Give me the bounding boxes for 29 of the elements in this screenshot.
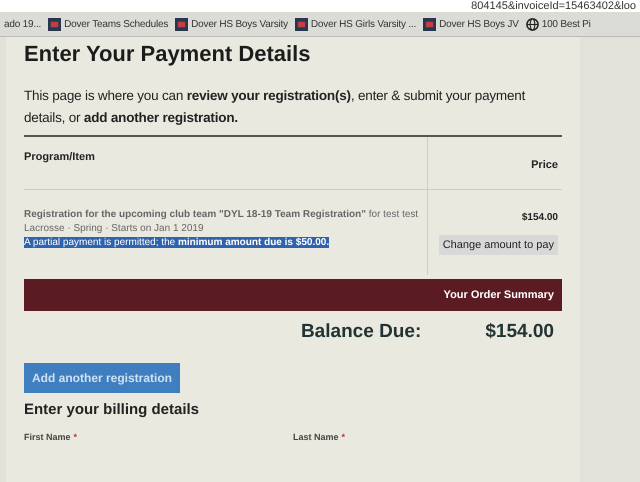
page-heading: Enter Your Payment Details	[24, 41, 312, 67]
column-header: Program/Item	[24, 137, 428, 190]
intro-text: This page is where you can review your registration(s), enter & submit your payment details, or add another registration.	[24, 87, 526, 127]
item-details: Lacrosse · Spring · Starts on Jan 1 2019	[24, 222, 205, 236]
field-label: First Name	[24, 432, 71, 442]
team-logo-icon	[48, 18, 62, 30]
billing-heading: Enter your billing details	[24, 401, 200, 418]
bookmark-link[interactable]: 100 Best Pi	[526, 18, 591, 30]
required-mark: *	[74, 432, 78, 442]
bookmark-link[interactable]: Dover HS Boys Varsity	[175, 18, 288, 30]
balance-amount: $154.00	[485, 321, 554, 343]
column-header: Price	[428, 137, 562, 190]
change-amount-button[interactable]: Change amount to pay	[438, 235, 558, 255]
item-title: Registration for the upcoming club team "DYL 18-19 Team Registration" for test test	[24, 208, 420, 222]
balance-label: Balance Due:	[300, 321, 422, 343]
bookmark-link[interactable]: Dover HS Boys JV	[423, 18, 519, 30]
bookmark-link[interactable]: Dover HS Girls Varsity ...	[294, 18, 416, 30]
order-summary-bar: Your Order Summary	[24, 279, 562, 311]
partial-payment-note: A partial payment is permitted; the minimum amount due is $50.00.	[24, 237, 330, 248]
bookmark-link[interactable]: Dover Teams Schedules	[48, 18, 168, 30]
globe-icon	[526, 18, 539, 30]
team-logo-icon	[423, 18, 436, 30]
item-price: $154.00	[522, 212, 558, 223]
address-bar-url[interactable]: 804145&invoiceId=15463402&loo	[0, 0, 640, 12]
team-logo-icon	[175, 18, 188, 30]
field-label: Last Name	[293, 432, 339, 442]
required-mark: *	[342, 432, 346, 442]
bookmark-link[interactable]: ado 19...	[4, 18, 42, 30]
team-logo-icon	[294, 18, 308, 30]
